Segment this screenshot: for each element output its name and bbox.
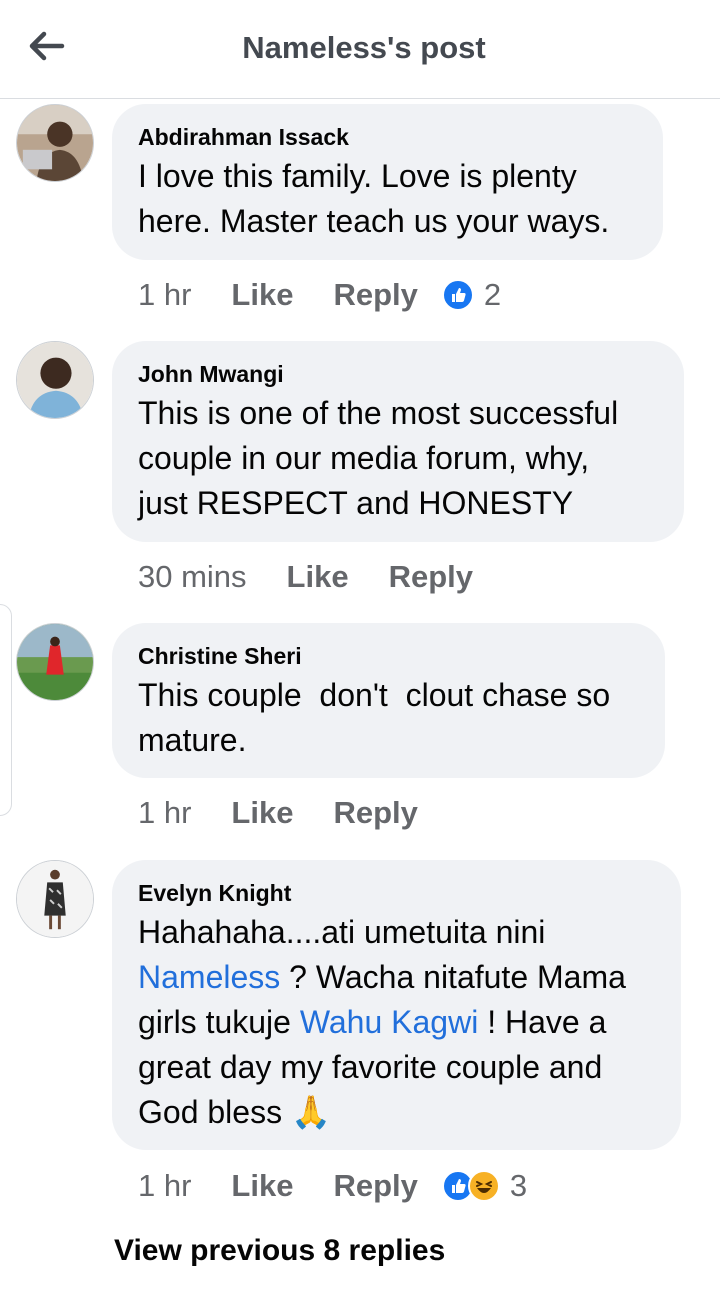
reactions-summary[interactable]: 2 <box>441 277 502 313</box>
comment-text: This couple don't clout chase so mature. <box>138 677 611 758</box>
like-button[interactable]: Like <box>287 559 349 595</box>
praying-hands-emoji: 🙏 <box>290 1094 331 1130</box>
comment-bubble: John Mwangi This is one of the most succ… <box>112 341 684 542</box>
comment-author[interactable]: John Mwangi <box>138 359 658 389</box>
reaction-count: 2 <box>483 277 502 312</box>
like-button[interactable]: Like <box>231 277 293 313</box>
avatar[interactable] <box>16 341 94 419</box>
like-button[interactable]: Like <box>231 795 293 831</box>
comment-time[interactable]: 1 hr <box>138 1168 191 1204</box>
view-previous-replies-link[interactable]: View previous 8 replies <box>114 1234 445 1268</box>
avatar[interactable] <box>16 104 94 182</box>
like-button[interactable]: Like <box>231 1168 293 1204</box>
comment-bubble: Abdirahman Issack I love this family. Lo… <box>112 104 663 260</box>
haha-reaction-icon <box>467 1170 500 1202</box>
comment-actions: 1 hr Like Reply <box>138 793 458 833</box>
like-reaction-icon <box>441 279 474 311</box>
mention-link[interactable]: Nameless <box>138 959 280 995</box>
comment-time[interactable]: 30 mins <box>138 559 247 595</box>
comment-author[interactable]: Evelyn Knight <box>138 878 655 908</box>
comment-bubble: Evelyn Knight Hahahaha....ati umetuita n… <box>112 860 681 1150</box>
comment-actions: 1 hr Like Reply 2 <box>138 275 501 315</box>
avatar[interactable] <box>16 623 94 701</box>
comment-actions: 30 mins Like Reply <box>138 557 513 597</box>
top-bar: Nameless's post <box>0 0 720 99</box>
reply-button[interactable]: Reply <box>333 277 417 313</box>
comment-time[interactable]: 1 hr <box>138 277 191 313</box>
comment-bubble: Christine Sheri This couple don't clout … <box>112 623 665 778</box>
side-panel-edge <box>0 604 12 816</box>
comment-author[interactable]: Abdirahman Issack <box>138 122 637 152</box>
comment-text: This is one of the most successful coupl… <box>138 395 619 521</box>
reply-button[interactable]: Reply <box>333 795 417 831</box>
comment-text: Hahahaha....ati umetuita nini Nameless ?… <box>138 910 655 1135</box>
comment-time[interactable]: 1 hr <box>138 795 191 831</box>
reply-button[interactable]: Reply <box>333 1168 417 1204</box>
comment-text-part: Hahahaha....ati umetuita nini <box>138 914 546 950</box>
reply-button[interactable]: Reply <box>389 559 473 595</box>
mention-link[interactable]: Wahu Kagwi <box>300 1004 478 1040</box>
reaction-count: 3 <box>509 1168 528 1203</box>
comment-author[interactable]: Christine Sheri <box>138 641 639 671</box>
reactions-summary[interactable]: 3 <box>441 1168 528 1204</box>
page-title: Nameless's post <box>242 30 486 65</box>
comment-actions: 1 hr Like Reply 3 <box>138 1166 527 1206</box>
comment-text: I love this family. Love is plenty here.… <box>138 158 610 239</box>
avatar[interactable] <box>16 860 94 938</box>
